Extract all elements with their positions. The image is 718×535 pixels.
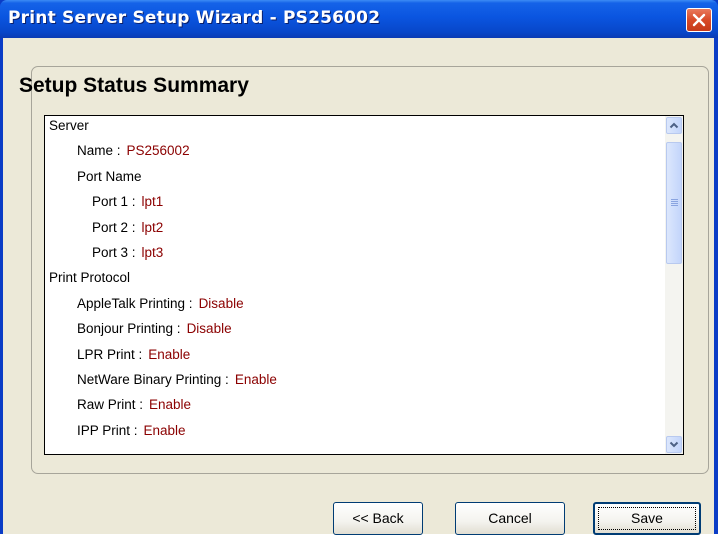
wizard-window: Print Server Setup Wizard - PS256002 Set… — [0, 0, 718, 535]
list-item: Port 2 : lpt2 — [92, 220, 163, 245]
list-item: Port 1 : lpt1 — [92, 194, 163, 219]
list-item: Port Name — [77, 169, 142, 194]
summary-list[interactable]: Server Name : PS256002 Port Name Port 1 : lpt… — [44, 115, 684, 455]
vertical-scrollbar[interactable] — [665, 116, 683, 454]
item-label: NetWare Binary Printing : — [77, 372, 229, 387]
item-value: lpt3 — [141, 245, 164, 260]
item-label: Raw Print : — [77, 397, 144, 413]
list-item: Name : PS256002 — [77, 143, 190, 168]
dialog-body: Setup Status Summary Server Name : PS25600… — [3, 38, 714, 535]
item-value: PS256002 — [126, 143, 190, 159]
list-item: Bonjour Printing : Disable — [77, 321, 232, 346]
list-item: Print Protocol — [49, 270, 130, 295]
item-label: AppleTalk Printing : — [77, 295, 193, 311]
item-label: Bonjour Printing : — [77, 321, 181, 337]
item-value: Enable — [143, 422, 186, 438]
item-label: Port Name — [77, 168, 142, 184]
window-title: Print Server Setup Wizard - PS256002 — [8, 8, 381, 28]
scroll-down-button[interactable] — [666, 436, 682, 453]
scroll-up-button[interactable] — [666, 117, 682, 134]
back-button[interactable]: << Back — [333, 502, 423, 535]
chevron-down-icon — [669, 441, 679, 448]
item-label: Name : — [77, 143, 121, 159]
list-item: LPR Print : Enable — [77, 347, 190, 372]
save-button[interactable]: Save — [593, 502, 701, 535]
thumb-grip — [671, 201, 678, 202]
item-label: IPP Print : — [77, 422, 138, 438]
list-item: NetWare Binary Printing : Enable — [77, 372, 277, 397]
list-item: IPP Print : Enable — [77, 423, 186, 448]
item-label: Port 3 : — [92, 245, 136, 260]
item-value: Disable — [198, 295, 244, 311]
page-title: Setup Status Summary — [19, 74, 249, 97]
thumb-grip — [671, 199, 678, 200]
item-label: Port 1 : — [92, 194, 136, 210]
item-value: lpt1 — [141, 194, 164, 210]
item-label: LPR Print : — [77, 346, 143, 362]
focus-rect — [598, 507, 696, 530]
list-item: Server — [49, 118, 89, 143]
title-bar[interactable]: Print Server Setup Wizard - PS256002 — [0, 0, 718, 38]
list-item: Port 3 : lpt3 — [92, 245, 163, 270]
item-value: Enable — [148, 346, 191, 362]
chevron-up-icon — [669, 122, 679, 129]
item-label: Server — [49, 118, 89, 133]
scroll-thumb[interactable] — [666, 142, 682, 264]
item-label: Port 2 : — [92, 219, 136, 235]
thumb-grip — [671, 203, 678, 204]
thumb-grip — [671, 205, 678, 206]
list-item: Raw Print : Enable — [77, 397, 191, 422]
list-item: AppleTalk Printing : Disable — [77, 296, 244, 321]
item-value: lpt2 — [141, 219, 164, 235]
item-value: Enable — [234, 372, 277, 387]
close-button[interactable] — [686, 8, 712, 32]
item-label: Print Protocol — [49, 270, 131, 286]
item-value: Enable — [149, 397, 192, 413]
close-icon — [692, 13, 706, 27]
cancel-button[interactable]: Cancel — [455, 502, 565, 535]
item-value: Disable — [186, 321, 232, 337]
